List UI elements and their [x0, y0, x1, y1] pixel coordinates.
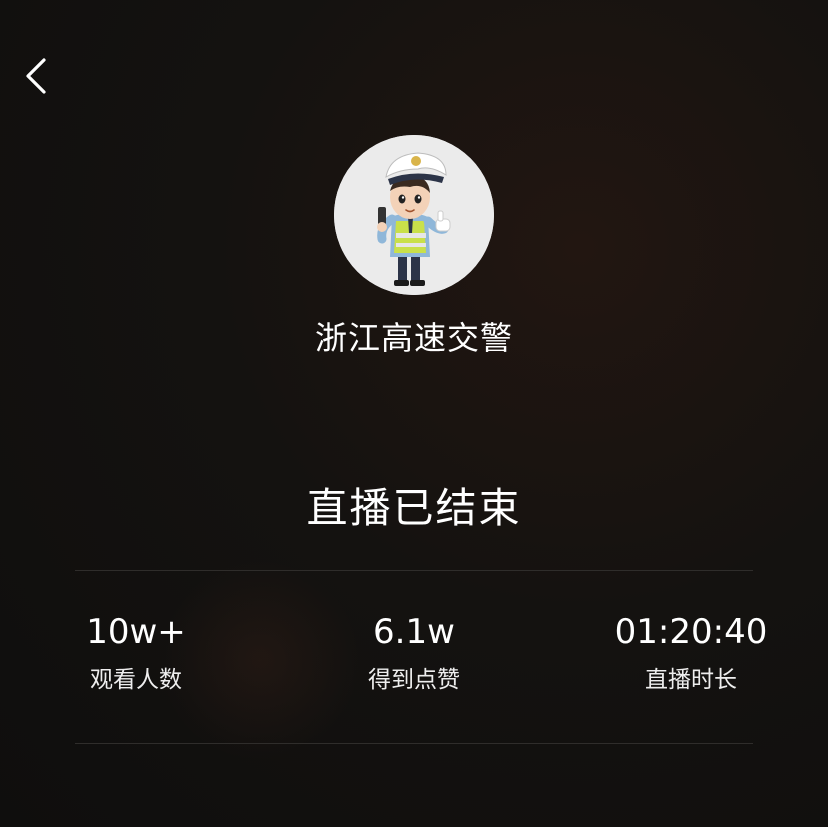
streamer-name: 浙江高速交警 [314, 319, 513, 357]
live-ended-title: 直播已结束 [306, 484, 522, 532]
divider-bottom [75, 743, 753, 744]
stat-value: 10w+ [86, 612, 186, 652]
avatar[interactable] [334, 135, 494, 295]
stat-viewers: 10w+ 观看人数 [16, 608, 256, 696]
stat-likes: 6.1w 得到点赞 [294, 608, 534, 696]
back-button[interactable] [18, 52, 58, 100]
stat-duration: 01:20:40 直播时长 [571, 608, 811, 696]
chevron-left-icon [26, 58, 46, 94]
stat-label: 观看人数 [90, 667, 182, 693]
police-officer-avatar-icon [334, 135, 494, 295]
stat-value: 6.1w [373, 612, 455, 652]
divider-top [75, 570, 753, 571]
stat-label: 直播时长 [645, 667, 737, 693]
stat-label: 得到点赞 [368, 667, 460, 693]
stat-value: 01:20:40 [614, 612, 768, 652]
